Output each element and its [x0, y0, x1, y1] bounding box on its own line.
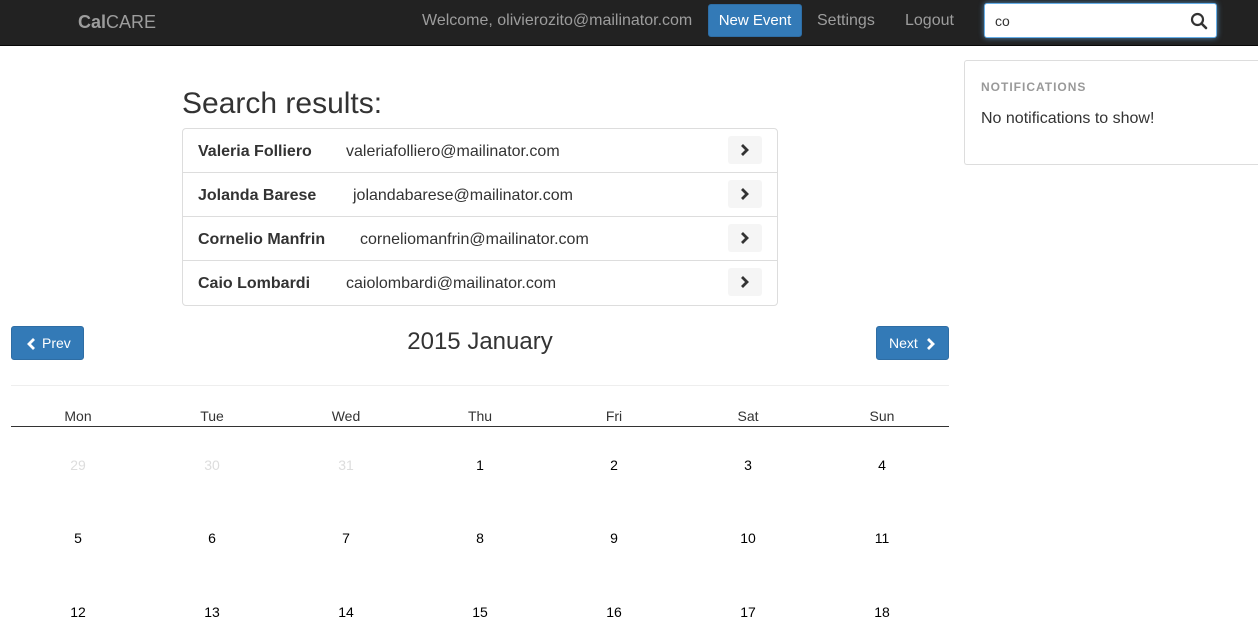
prev-month-button[interactable]: Prev [11, 326, 84, 360]
result-name: Jolanda Barese [198, 187, 317, 204]
calendar-day[interactable]: 11 [815, 530, 949, 546]
navbar: CalCARE Welcome, olivierozito@mailinator… [0, 0, 1258, 46]
weekday-label: Fri [605, 408, 623, 424]
weekday-label: Thu [467, 408, 493, 424]
search-results-list: Valeria Folliero valeriafolliero@mailina… [182, 128, 778, 306]
chevron-left-icon [27, 338, 35, 350]
calendar-day[interactable]: 18 [815, 604, 949, 620]
open-result-button[interactable] [728, 224, 762, 252]
open-result-button[interactable] [728, 180, 762, 208]
notifications-title: NOTIFICATIONS [981, 80, 1087, 94]
calendar-day[interactable]: 30 [145, 457, 279, 473]
calendar-day[interactable]: 10 [681, 530, 815, 546]
calendar-day[interactable]: 4 [815, 457, 949, 473]
weekday-label: Sun [869, 408, 895, 424]
chevron-right-icon [741, 232, 749, 244]
search-result-row: Jolanda Barese jolandabarese@mailinator.… [183, 173, 777, 217]
result-email: corneliomanfrin@mailinator.com [360, 231, 589, 248]
calendar-day[interactable]: 15 [413, 604, 547, 620]
search-result-row: Caio Lombardi caiolombardi@mailinator.co… [183, 261, 777, 305]
weekday-header: Mon Tue Wed Thu Fri Sat Sun [11, 408, 949, 427]
search-input[interactable] [995, 12, 1175, 30]
new-event-button[interactable]: New Event [708, 4, 802, 37]
notifications-empty-text: No notifications to show! [981, 110, 1155, 127]
result-name: Valeria Folliero [198, 143, 312, 160]
weekday-label: Mon [64, 408, 92, 424]
calendar-day[interactable]: 7 [279, 530, 413, 546]
search-result-row: Cornelio Manfrin corneliomanfrin@mailina… [183, 217, 777, 261]
chevron-right-icon [741, 144, 749, 156]
calendar-day[interactable]: 12 [11, 604, 145, 620]
result-email: caiolombardi@mailinator.com [346, 275, 557, 292]
calendar-day[interactable]: 8 [413, 530, 547, 546]
result-email: valeriafolliero@mailinator.com [346, 143, 560, 160]
calendar-day[interactable]: 2 [547, 457, 681, 473]
search-result-row: Valeria Folliero valeriafolliero@mailina… [183, 129, 777, 173]
result-name: Caio Lombardi [198, 275, 311, 292]
result-name: Cornelio Manfrin [198, 231, 326, 248]
search-box [984, 3, 1217, 38]
chevron-right-icon [741, 276, 749, 288]
calendar-day[interactable]: 1 [413, 457, 547, 473]
logout-link[interactable]: Logout [905, 12, 954, 30]
notifications-panel: NOTIFICATIONS No notifications to show! [964, 60, 1258, 165]
chevron-right-icon [927, 338, 935, 350]
next-label: Next [889, 335, 918, 351]
calendar-day[interactable]: 17 [681, 604, 815, 620]
calendar-day[interactable]: 16 [547, 604, 681, 620]
open-result-button[interactable] [728, 268, 762, 296]
weekday-label: Tue [200, 408, 224, 424]
search-icon[interactable] [1190, 12, 1208, 30]
open-result-button[interactable] [728, 136, 762, 164]
search-results-title: Search results: [182, 87, 383, 120]
brand-logo[interactable]: CalCARE [78, 12, 156, 33]
weekday-label: Wed [331, 408, 361, 424]
calendar-day[interactable]: 3 [681, 457, 815, 473]
weekday-label: Sat [737, 408, 759, 424]
month-title: 2015 January [407, 328, 553, 355]
settings-link[interactable]: Settings [817, 12, 875, 30]
result-email: jolandabarese@mailinator.com [353, 187, 573, 204]
calendar-day[interactable]: 31 [279, 457, 413, 473]
calendar-day[interactable]: 9 [547, 530, 681, 546]
welcome-text: Welcome, olivierozito@mailinator.com [422, 12, 693, 29]
chevron-right-icon [741, 188, 749, 200]
calendar-day[interactable]: 29 [11, 457, 145, 473]
calendar-day[interactable]: 6 [145, 530, 279, 546]
prev-label: Prev [42, 335, 71, 351]
divider [11, 385, 949, 386]
calendar-day[interactable]: 13 [145, 604, 279, 620]
calendar-day[interactable]: 5 [11, 530, 145, 546]
next-month-button[interactable]: Next [876, 326, 949, 360]
calendar-day[interactable]: 14 [279, 604, 413, 620]
